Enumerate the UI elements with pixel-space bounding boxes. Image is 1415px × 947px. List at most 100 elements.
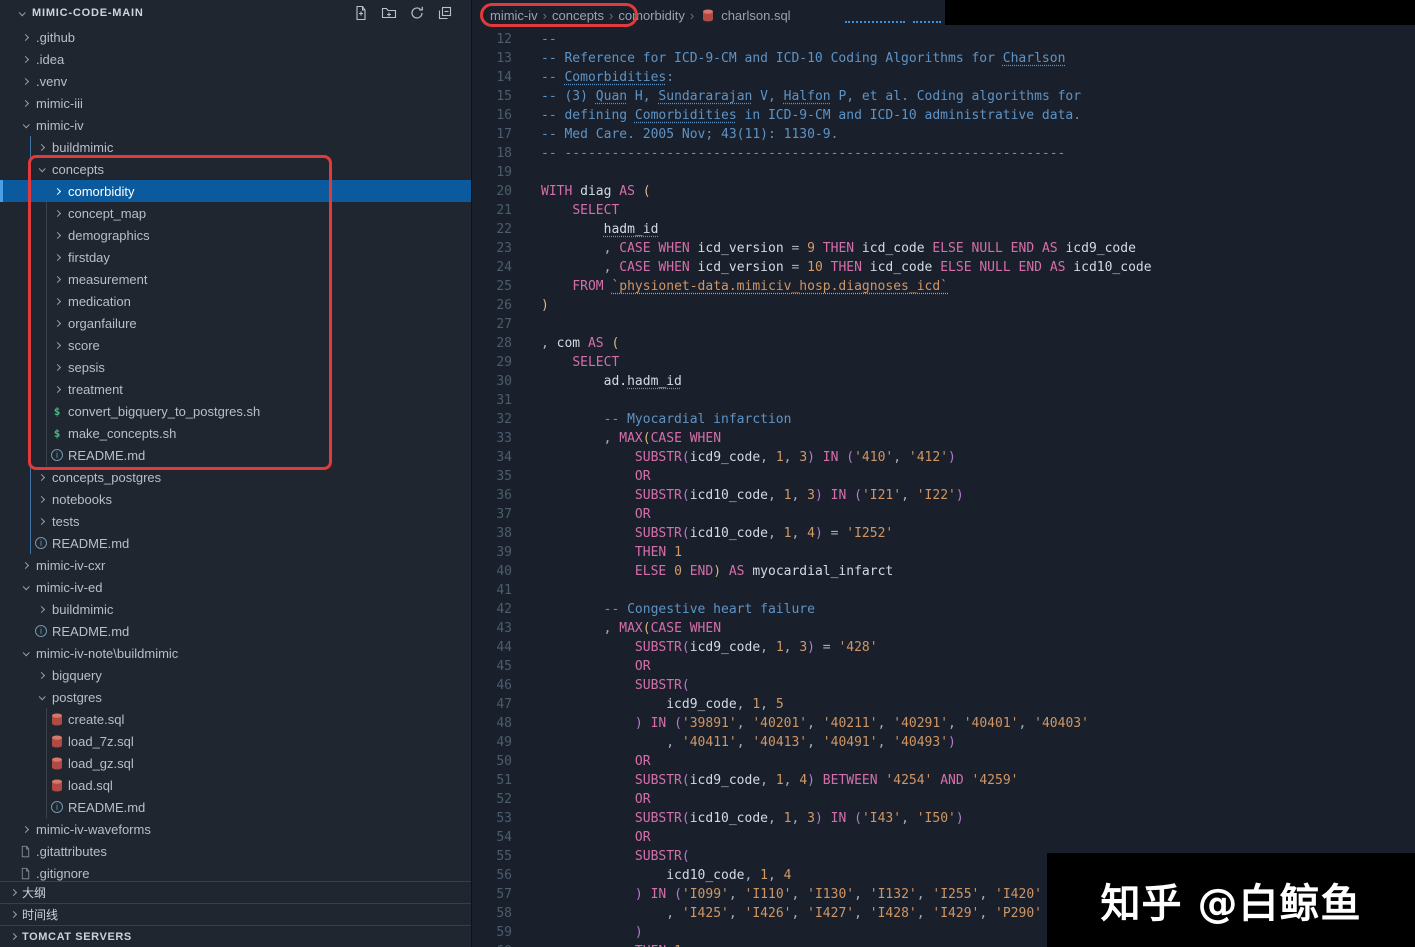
sql-file-icon [699,6,717,24]
tree-item-label: concept_map [68,205,147,221]
panel-outline[interactable]: 大纲 [0,881,471,903]
tree-item-label: load.sql [68,777,113,793]
tree-item-load-7z-sql[interactable]: load_7z.sql [0,730,471,752]
tree-item-treatment[interactable]: treatment [0,378,471,400]
breadcrumb-item-mimic-iv[interactable]: mimic-iv [490,8,538,23]
tree-item-mimic-iv[interactable]: mimic-iv [0,114,471,136]
tree-item-concept-map[interactable]: concept_map [0,202,471,224]
tree-item-concepts-postgres[interactable]: concepts_postgres [0,466,471,488]
tree-item-mimic-iii[interactable]: mimic-iii [0,92,471,114]
code-line: 29 SELECT [472,353,1415,372]
chevron-down-icon [16,116,34,134]
tree-item-venv[interactable]: .venv [0,70,471,92]
chevron-down-icon [12,4,30,22]
redaction-patch [945,0,1415,25]
chevron-right-icon [48,248,66,266]
collapse-all-icon [436,4,454,22]
tree-item-create-sql[interactable]: create.sql [0,708,471,730]
vscode-window: MIMIC-CODE-MAIN .github .idea .venv mimic-i… [0,0,1415,947]
tree-item-readme-md[interactable]: i README.md [0,796,471,818]
chevron-right-icon [16,556,34,574]
tree-item-idea[interactable]: .idea [0,48,471,70]
tree-item-medication[interactable]: medication [0,290,471,312]
line-number: 37 [496,507,512,522]
tree-item-load-gz-sql[interactable]: load_gz.sql [0,752,471,774]
new-file-icon [352,4,370,22]
chevron-down-icon [16,644,34,662]
code-line: 36 SUBSTR(icd10_code, 1, 3) IN ('I21', '… [472,486,1415,505]
collapse-all-button[interactable] [434,2,456,24]
refresh-button[interactable] [406,2,428,24]
tree-item-firstday[interactable]: firstday [0,246,471,268]
code-line: 14 -- Comorbidities: [472,68,1415,87]
line-number: 26 [496,298,512,313]
code-text: -- -------------------------------------… [541,146,1066,161]
tree-item-demographics[interactable]: demographics [0,224,471,246]
chevron-down-icon [32,688,50,706]
tree-item-notebooks[interactable]: notebooks [0,488,471,510]
panel-timeline[interactable]: 时间线 [0,903,471,925]
readme-info-icon: i [32,622,50,640]
tree-item-mimic-iv-waveforms[interactable]: mimic-iv-waveforms [0,818,471,840]
tree-item-label: treatment [68,381,123,397]
breadcrumb-item-charlson-sql[interactable]: charlson.sql [699,6,791,24]
breadcrumb-label: mimic-iv [490,7,538,23]
line-number: 13 [496,51,512,66]
tree-item-readme-md[interactable]: i README.md [0,444,471,466]
tree-item-gitattributes[interactable]: .gitattributes [0,840,471,862]
chevron-right-icon [48,226,66,244]
code-line: 18 -- -----------------------------------… [472,144,1415,163]
line-number: 27 [496,317,512,332]
new-file-button[interactable] [350,2,372,24]
tree-item-label: load_gz.sql [68,755,134,771]
tree-item-convert-bigquery-to-postgres-sh[interactable]: $ convert_bigquery_to_postgres.sh [0,400,471,422]
tree-item-mimic-iv-cxr[interactable]: mimic-iv-cxr [0,554,471,576]
code-text: SUBSTR(icd10_code, 1, 3) IN ('I43', 'I50… [634,811,964,826]
tree-item-readme-md[interactable]: i README.md [0,620,471,642]
tree-item-readme-md[interactable]: i README.md [0,532,471,554]
squiggle-artifact [845,21,905,23]
panel-tomcat-servers[interactable]: TOMCAT SERVERS [0,925,471,947]
code-editor[interactable]: 12 -- 13 -- Reference for ICD-9-CM and ICD-… [472,30,1415,947]
line-number: 45 [496,659,512,674]
line-number: 51 [496,773,512,788]
tree-item-buildmimic[interactable]: buildmimic [0,136,471,158]
tree-item-postgres[interactable]: postgres [0,686,471,708]
tree-item-tests[interactable]: tests [0,510,471,532]
sql-file-icon [48,754,66,772]
breadcrumb-item-comorbidity[interactable]: comorbidity [618,8,684,23]
chevron-right-icon [32,468,50,486]
tree-item-label: create.sql [68,711,125,727]
code-line: 52 OR [472,790,1415,809]
new-folder-button[interactable] [378,2,400,24]
code-line: 24 , CASE WHEN icd_version = 10 THEN icd… [472,258,1415,277]
chevron-right-icon [16,28,34,46]
tree-item-mimic-iv-ed[interactable]: mimic-iv-ed [0,576,471,598]
tree-item-make-concepts-sh[interactable]: $ make_concepts.sh [0,422,471,444]
tree-item-buildmimic[interactable]: buildmimic [0,598,471,620]
tree-item-github[interactable]: .github [0,26,471,48]
tree-item-mimic-iv-note-buildmimic[interactable]: mimic-iv-note\buildmimic [0,642,471,664]
tree-item-organfailure[interactable]: organfailure [0,312,471,334]
tree-item-score[interactable]: score [0,334,471,356]
tree-item-label: README.md [68,799,146,815]
tree-item-gitignore[interactable]: .gitignore [0,862,471,881]
code-text: ) IN ('39891', '40201', '40211', '40291'… [634,716,1089,731]
tree-item-measurement[interactable]: measurement [0,268,471,290]
squiggle-artifact [913,21,941,23]
code-line: 12 -- [472,30,1415,49]
tree-item-bigquery[interactable]: bigquery [0,664,471,686]
tree-item-concepts[interactable]: concepts [0,158,471,180]
chevron-right-icon [48,336,66,354]
new-folder-icon [380,4,398,22]
breadcrumb-item-concepts[interactable]: concepts [552,8,604,23]
line-number: 29 [496,355,512,370]
tree-item-load-sql[interactable]: load.sql [0,774,471,796]
line-number: 23 [496,241,512,256]
tree-item-sepsis[interactable]: sepsis [0,356,471,378]
tree-item-comorbidity[interactable]: comorbidity [0,180,471,202]
sql-file-icon [48,710,66,728]
chevron-right-icon [32,138,50,156]
active-item-indicator [0,180,3,202]
code-text: ELSE 0 END) AS myocardial_infarct [634,564,894,579]
